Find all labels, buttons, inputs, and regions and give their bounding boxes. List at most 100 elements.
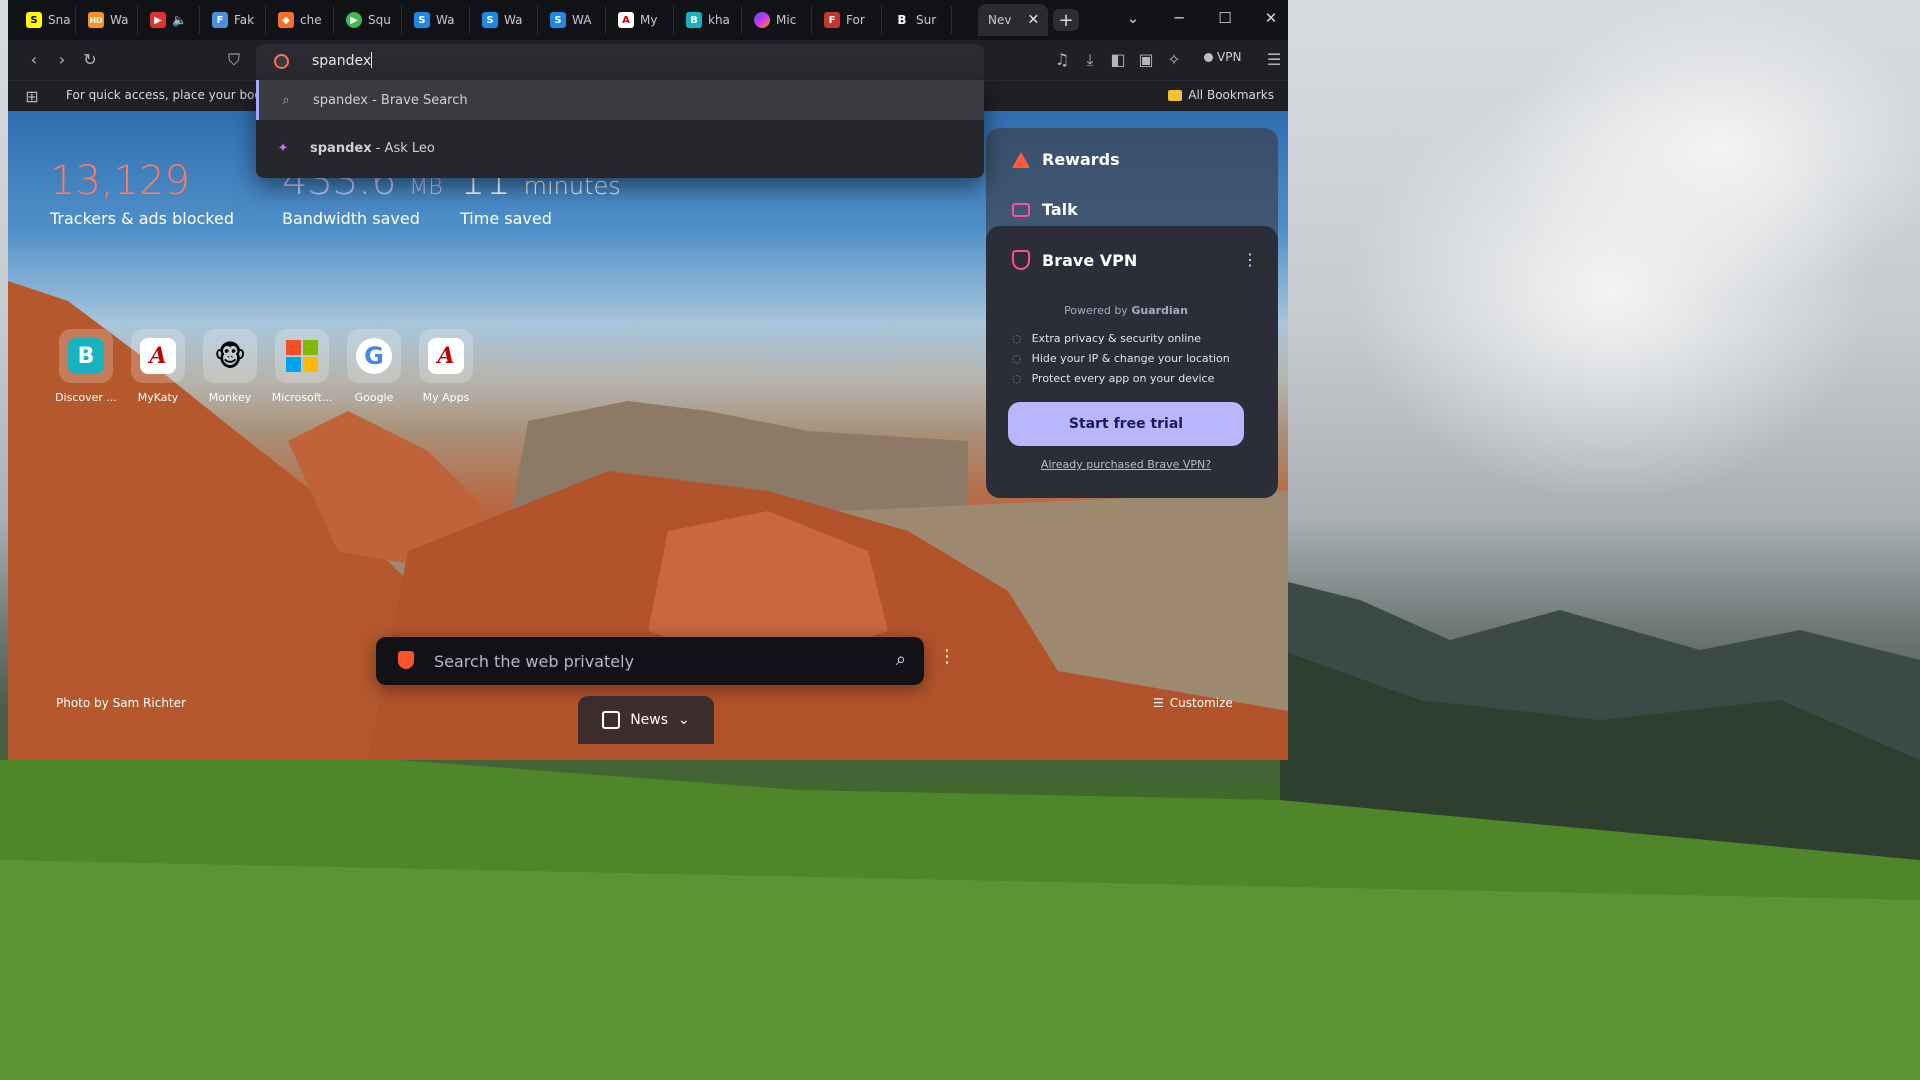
- tab-9[interactable]: S WA: [540, 6, 606, 34]
- forward-icon[interactable]: ›: [50, 50, 74, 72]
- rewards-widget[interactable]: Rewards: [1012, 150, 1120, 169]
- maximize-button[interactable]: ☐: [1210, 9, 1240, 27]
- bookmark-icon[interactable]: ⛉: [222, 50, 246, 72]
- vpn-card: Brave VPN ⋮ Powered by Guardian ◌ Extra p…: [986, 226, 1278, 498]
- myapps-icon: A: [428, 338, 464, 374]
- close-window-button[interactable]: ✕: [1256, 9, 1286, 27]
- check-icon: ◌: [1012, 352, 1022, 365]
- suggestion-ask-leo[interactable]: ✦ spandex - Ask Leo: [256, 128, 984, 168]
- news-icon: [602, 711, 621, 729]
- more-options-icon[interactable]: ⋮: [1242, 250, 1258, 269]
- copilot-icon: [754, 12, 770, 28]
- news-button[interactable]: News ⌄: [578, 696, 714, 744]
- s-icon: S: [550, 12, 566, 28]
- powered-by: Powered by Guardian: [1064, 304, 1188, 317]
- search-options-icon[interactable]: ⋮: [938, 646, 956, 667]
- new-tab-button[interactable]: +: [1053, 9, 1079, 31]
- video-icon: ▶: [150, 12, 166, 28]
- chevron-down-icon: ⌄: [678, 712, 690, 728]
- b-teal-icon: B: [686, 12, 702, 28]
- customize-button[interactable]: ☰ Customize: [1153, 696, 1233, 710]
- minimize-button[interactable]: ─: [1164, 9, 1194, 27]
- menu-icon[interactable]: ☰: [1262, 50, 1286, 72]
- all-bookmarks-button[interactable]: All Bookmarks: [1168, 88, 1274, 102]
- talk-icon: [1012, 202, 1030, 217]
- ntp-search-box[interactable]: Search the web privately ⌕: [376, 637, 924, 685]
- vpn-feature: ◌ Extra privacy & security online: [1012, 332, 1202, 345]
- widget-panel: Rewards Talk Brave VPN ⋮ Powered by Guar…: [986, 128, 1278, 498]
- download-icon[interactable]: ⤓: [1078, 50, 1102, 72]
- google-icon: G: [356, 338, 392, 374]
- doc-icon: F: [212, 12, 228, 28]
- already-purchased-link[interactable]: Already purchased Brave VPN?: [986, 458, 1266, 471]
- text-caret: [371, 52, 373, 68]
- back-icon[interactable]: ‹: [22, 50, 46, 72]
- search-placeholder: Search the web privately: [434, 652, 635, 671]
- myapps-icon: A: [618, 12, 634, 28]
- tab-10[interactable]: A My: [608, 6, 674, 34]
- photo-credit: Photo by Sam Richter: [56, 696, 186, 710]
- wallet-icon[interactable]: ▣: [1134, 50, 1158, 72]
- media-icon[interactable]: ♫: [1050, 50, 1074, 72]
- tab-strip: S Sna HD Wa ▶ 🔈 F Fak ◆ che ▶ Squ S Wa S Wa S WA …: [8, 0, 1288, 40]
- tab-search-chevron-icon[interactable]: ⌄: [1118, 9, 1148, 27]
- tab-3[interactable]: ▶ 🔈: [140, 6, 200, 34]
- reload-icon[interactable]: ↻: [78, 50, 102, 72]
- check-icon: ◌: [1012, 332, 1022, 345]
- play-icon: ▶: [346, 12, 362, 28]
- forum-icon: F: [824, 12, 840, 28]
- address-input[interactable]: spandex: [312, 53, 371, 69]
- bookmarks-hint: For quick access, place your bookm: [66, 88, 281, 102]
- top-site-monkey[interactable]: 🐵 Monkey: [200, 329, 260, 404]
- top-site-microsoft[interactable]: Microsoft...: [272, 329, 332, 404]
- close-tab-icon[interactable]: ✕: [1027, 12, 1039, 28]
- check-icon: ◌: [1012, 372, 1022, 385]
- apps-grid-icon[interactable]: ⊞: [20, 87, 44, 109]
- brave-logo-icon: [398, 651, 414, 669]
- talk-widget[interactable]: Talk: [1012, 200, 1078, 219]
- s-icon: S: [482, 12, 498, 28]
- folder-icon: [1168, 89, 1183, 101]
- new-tab-page: 13,129 Trackers & ads blocked 433.6 MB B…: [8, 111, 1288, 760]
- b-bold-icon: B: [894, 12, 910, 28]
- start-free-trial-button[interactable]: Start free trial: [1008, 402, 1244, 446]
- microsoft-icon: [286, 340, 318, 372]
- tab-6[interactable]: ▶ Squ: [336, 6, 402, 34]
- monkey-icon: 🐵: [213, 339, 247, 373]
- tab-active-new-tab[interactable]: Nev ✕: [978, 4, 1048, 36]
- tab-11[interactable]: Bkha: [676, 6, 742, 34]
- b-icon: B: [68, 338, 104, 374]
- tab-5[interactable]: ◆ che: [268, 6, 334, 34]
- tab-8[interactable]: S Wa: [472, 6, 538, 34]
- tab-1[interactable]: S Sna: [16, 6, 76, 34]
- vpn-feature: ◌ Protect every app on your device: [1012, 372, 1215, 385]
- tab-14[interactable]: B Sur: [884, 6, 952, 34]
- vpn-title: Brave VPN: [1012, 250, 1137, 270]
- tab-13[interactable]: F For: [814, 6, 882, 34]
- tab-7[interactable]: S Wa: [404, 6, 470, 34]
- trackers-stat: 13,129 Trackers & ads blocked: [50, 158, 234, 228]
- vpn-feature: ◌ Hide your IP & change your location: [1012, 352, 1230, 365]
- vpn-shield-icon: [1012, 250, 1030, 270]
- top-site-my-apps[interactable]: A My Apps: [416, 329, 476, 404]
- tab-4[interactable]: F Fak: [202, 6, 266, 34]
- autocomplete-dropdown: ⌕ spandex - Brave Search ✦ spandex - Ask…: [256, 78, 984, 178]
- vpn-status-icon: [1204, 52, 1213, 62]
- top-site-mykaty[interactable]: A MyKaty: [128, 329, 188, 404]
- browser-window: S Sna HD Wa ▶ 🔈 F Fak ◆ che ▶ Squ S Wa S Wa S WA …: [8, 0, 1288, 760]
- top-site-discover[interactable]: B Discover ...: [55, 329, 117, 404]
- sidebar-icon[interactable]: ◧: [1106, 50, 1130, 72]
- site-info-icon[interactable]: [274, 54, 289, 69]
- tab-2[interactable]: HD Wa: [78, 6, 138, 34]
- vpn-button[interactable]: VPN: [1204, 50, 1241, 64]
- suggestion-brave-search[interactable]: ⌕ spandex - Brave Search: [256, 80, 984, 120]
- gitlab-icon: ◆: [278, 12, 294, 28]
- myapps-icon: A: [140, 338, 176, 374]
- hd-icon: HD: [88, 12, 104, 28]
- leo-ai-icon[interactable]: ✧: [1162, 50, 1186, 72]
- top-site-google[interactable]: G Google: [344, 329, 404, 404]
- address-bar[interactable]: spandex: [256, 44, 984, 78]
- tab-12[interactable]: Mic: [744, 6, 812, 34]
- search-icon[interactable]: ⌕: [896, 649, 906, 670]
- guardian-logo: Guardian: [1131, 304, 1188, 317]
